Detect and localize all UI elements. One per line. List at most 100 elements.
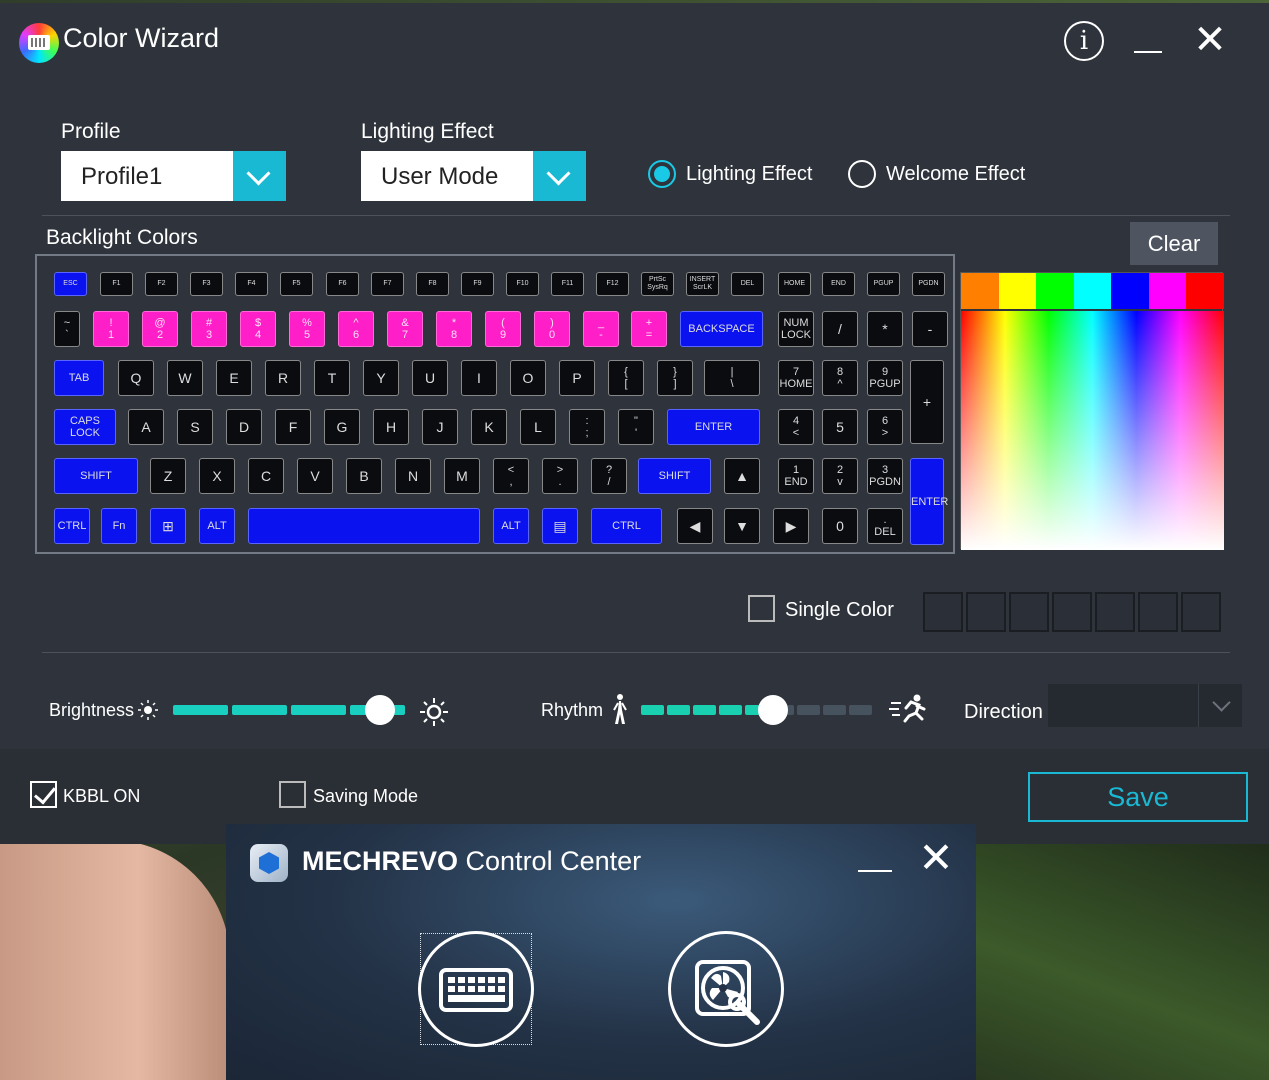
- key[interactable]: N: [395, 458, 431, 494]
- key[interactable]: Q: [118, 360, 154, 396]
- minimize-button[interactable]: [1130, 20, 1174, 64]
- profile-select[interactable]: Profile1: [61, 151, 286, 201]
- key[interactable]: 6 >: [867, 409, 903, 445]
- key[interactable]: -: [912, 311, 948, 347]
- saving-mode-checkbox[interactable]: [279, 781, 306, 808]
- lighting-effect-select[interactable]: User Mode: [361, 151, 586, 201]
- key[interactable]: F9: [461, 272, 494, 296]
- color-slot[interactable]: [923, 592, 963, 632]
- key[interactable]: Y: [363, 360, 399, 396]
- key[interactable]: Fn: [101, 508, 137, 544]
- color-swatch[interactable]: [1111, 273, 1149, 309]
- key[interactable]: PGUP: [867, 272, 900, 296]
- key[interactable]: 4 <: [778, 409, 814, 445]
- key[interactable]: | \: [704, 360, 760, 396]
- key[interactable]: BACKSPACE: [680, 311, 763, 347]
- key[interactable]: NUM LOCK: [778, 311, 814, 347]
- color-swatch[interactable]: [1036, 273, 1074, 309]
- key[interactable]: E: [216, 360, 252, 396]
- key[interactable]: 8 ^: [822, 360, 858, 396]
- key[interactable]: @ 2: [142, 311, 178, 347]
- key[interactable]: ( 9: [485, 311, 521, 347]
- key[interactable]: & 7: [387, 311, 423, 347]
- key[interactable]: S: [177, 409, 213, 445]
- key[interactable]: : ;: [569, 409, 605, 445]
- color-slot[interactable]: [1095, 592, 1135, 632]
- key[interactable]: T: [314, 360, 350, 396]
- key[interactable]: F6: [326, 272, 359, 296]
- key[interactable]: C: [248, 458, 284, 494]
- direction-select[interactable]: [1048, 684, 1242, 727]
- key[interactable]: ENTER: [667, 409, 760, 445]
- key[interactable]: PrtSc SysRq: [641, 272, 674, 296]
- key[interactable]: F8: [416, 272, 449, 296]
- key[interactable]: F12: [596, 272, 629, 296]
- key[interactable]: # 3: [191, 311, 227, 347]
- key[interactable]: CTRL: [591, 508, 662, 544]
- key[interactable]: 0: [822, 508, 858, 544]
- info-button[interactable]: i: [1064, 21, 1104, 61]
- key[interactable]: } ]: [657, 360, 693, 396]
- color-slot[interactable]: [1052, 592, 1092, 632]
- key[interactable]: PGDN: [912, 272, 945, 296]
- close-button[interactable]: ✕: [1188, 20, 1232, 64]
- color-swatch[interactable]: [1073, 273, 1112, 309]
- key[interactable]: I: [461, 360, 497, 396]
- chevron-down-icon[interactable]: [533, 151, 586, 201]
- key[interactable]: ! 1: [93, 311, 129, 347]
- key[interactable]: G: [324, 409, 360, 445]
- key[interactable]: M: [444, 458, 480, 494]
- key[interactable]: U: [412, 360, 448, 396]
- single-color-checkbox[interactable]: [748, 595, 775, 622]
- color-swatch[interactable]: [1186, 273, 1225, 309]
- key[interactable]: F7: [371, 272, 404, 296]
- color-slot[interactable]: [1009, 592, 1049, 632]
- key[interactable]: F: [275, 409, 311, 445]
- color-spectrum[interactable]: [961, 311, 1224, 550]
- key[interactable]: ENTER: [910, 458, 948, 545]
- color-slot[interactable]: [1181, 592, 1221, 632]
- color-swatch[interactable]: [998, 273, 1037, 309]
- key[interactable]: W: [167, 360, 203, 396]
- key[interactable]: ⊞: [150, 508, 186, 544]
- key[interactable]: SHIFT: [638, 458, 711, 494]
- key[interactable]: 1 END: [778, 458, 814, 494]
- key[interactable]: ESC: [54, 272, 87, 296]
- key[interactable]: $ 4: [240, 311, 276, 347]
- chevron-down-icon[interactable]: [233, 151, 286, 201]
- key[interactable]: J: [422, 409, 458, 445]
- key[interactable]: INSERT ScrLK: [686, 272, 719, 296]
- key[interactable]: K: [471, 409, 507, 445]
- cc-minimize-button[interactable]: [856, 852, 892, 882]
- key[interactable]: 9 PGUP: [867, 360, 903, 396]
- key[interactable]: F5: [280, 272, 313, 296]
- key[interactable]: ? /: [591, 458, 627, 494]
- key[interactable]: " ': [618, 409, 654, 445]
- key[interactable]: *: [867, 311, 903, 347]
- color-slot[interactable]: [1138, 592, 1178, 632]
- color-slot[interactable]: [966, 592, 1006, 632]
- key[interactable]: ~ `: [54, 311, 80, 347]
- key[interactable]: . DEL: [867, 508, 903, 544]
- key[interactable]: 2 v: [822, 458, 858, 494]
- key[interactable]: [248, 508, 480, 544]
- key[interactable]: H: [373, 409, 409, 445]
- key[interactable]: { [: [608, 360, 644, 396]
- key[interactable]: /: [822, 311, 858, 347]
- key[interactable]: 7 HOME: [778, 360, 814, 396]
- key[interactable]: Z: [150, 458, 186, 494]
- key[interactable]: D: [226, 409, 262, 445]
- key[interactable]: A: [128, 409, 164, 445]
- key[interactable]: > .: [542, 458, 578, 494]
- key[interactable]: ) 0: [534, 311, 570, 347]
- key[interactable]: V: [297, 458, 333, 494]
- key[interactable]: < ,: [493, 458, 529, 494]
- key[interactable]: HOME: [778, 272, 811, 296]
- key[interactable]: * 8: [436, 311, 472, 347]
- key[interactable]: F1: [100, 272, 133, 296]
- key[interactable]: ALT: [199, 508, 235, 544]
- key[interactable]: ▶: [773, 508, 809, 544]
- key[interactable]: ▤: [542, 508, 578, 544]
- key[interactable]: B: [346, 458, 382, 494]
- key[interactable]: CTRL: [54, 508, 90, 544]
